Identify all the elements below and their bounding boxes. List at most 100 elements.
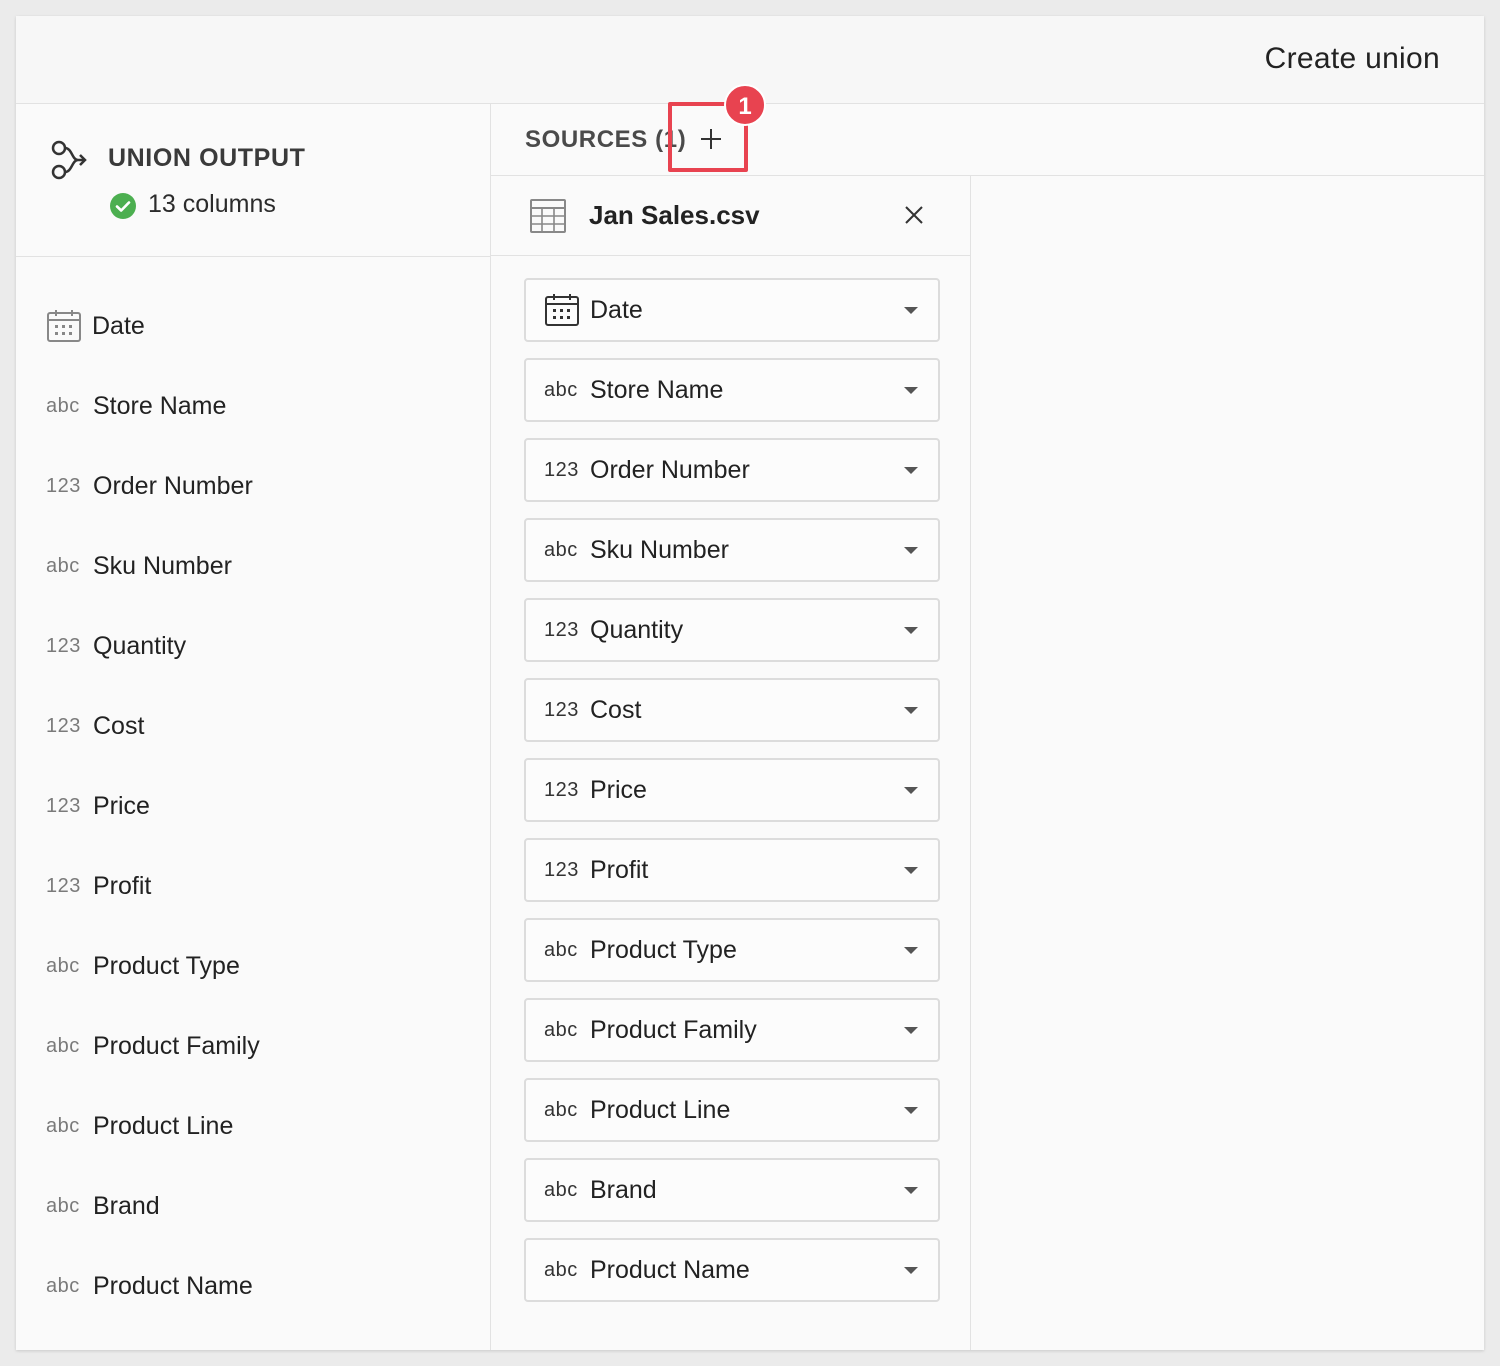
union-output-title: UNION OUTPUT: [108, 144, 306, 172]
mapping-column-name: Product Line: [590, 1095, 731, 1124]
type-label: 123: [46, 474, 81, 497]
type-label: abc: [46, 1034, 80, 1057]
output-column-row: abc Product Line: [46, 1106, 233, 1146]
output-column-row: 123 Profit: [46, 866, 151, 906]
column-mapping-select[interactable]: abc Product Type: [524, 918, 940, 982]
output-column-row: abc Product Type: [46, 946, 240, 986]
output-column-name: Sku Number: [93, 551, 232, 580]
output-column-row: 123 Cost: [46, 706, 144, 746]
chevron-down-icon: [904, 947, 918, 954]
output-column-name: Store Name: [93, 391, 227, 420]
chevron-down-icon: [904, 787, 918, 794]
chevron-down-icon: [904, 867, 918, 874]
output-column-row: abc Product Family: [46, 1026, 260, 1066]
type-label: 123: [544, 618, 579, 641]
mapping-column-name: Profit: [590, 855, 649, 884]
column-mapping-select[interactable]: abc Sku Number: [524, 518, 940, 582]
output-column-name: Product Type: [93, 951, 240, 980]
column-mapping-select[interactable]: abc Product Line: [524, 1078, 940, 1142]
output-column-row: 123 Order Number: [46, 466, 253, 506]
output-column-row: Date: [46, 306, 145, 346]
type-label: 123: [46, 714, 81, 737]
output-column-name: Product Family: [93, 1031, 260, 1060]
type-label: 123: [544, 778, 579, 801]
annotation-badge: 1: [724, 84, 766, 126]
output-column-name: Product Line: [93, 1111, 234, 1140]
chevron-down-icon: [904, 1107, 918, 1114]
output-column-name: Quantity: [93, 631, 187, 660]
output-column-row: 123 Quantity: [46, 626, 186, 666]
column-mapping-select[interactable]: 123 Order Number: [524, 438, 940, 502]
output-column-name: Cost: [93, 711, 145, 740]
output-column-row: 123 Price: [46, 786, 150, 826]
output-column-name: Date: [92, 311, 145, 340]
type-label: abc: [46, 954, 80, 977]
close-icon[interactable]: [903, 204, 925, 226]
column-mapping-select[interactable]: 123 Profit: [524, 838, 940, 902]
mapping-column-name: Store Name: [590, 375, 724, 404]
column-mapping-select[interactable]: abc Store Name: [524, 358, 940, 422]
mapping-column-name: Order Number: [590, 455, 750, 484]
chevron-down-icon: [904, 707, 918, 714]
column-mapping-select[interactable]: 123 Quantity: [524, 598, 940, 662]
column-mapping-select[interactable]: Date: [524, 278, 940, 342]
mapping-column-name: Price: [590, 775, 647, 804]
output-column-row: abc Brand: [46, 1186, 160, 1226]
type-label: abc: [46, 1194, 80, 1217]
output-column-name: Profit: [93, 871, 152, 900]
column-count: 13 columns: [148, 190, 276, 218]
output-column-row: abc Store Name: [46, 386, 226, 426]
column-mapping-select[interactable]: abc Brand: [524, 1158, 940, 1222]
create-union-panel: Create union UNION OUTPUT 13 columns Dat…: [16, 16, 1484, 1350]
sources-label: SOURCES (1): [525, 126, 687, 153]
type-label: abc: [544, 538, 578, 561]
type-label: abc: [544, 1018, 578, 1041]
type-label: abc: [544, 1258, 578, 1281]
type-label: 123: [544, 458, 579, 481]
source-header: Jan Sales.csv: [491, 176, 970, 256]
column-mapping-select[interactable]: abc Product Name: [524, 1238, 940, 1302]
type-label: abc: [46, 1114, 80, 1137]
mapping-column-name: Product Type: [590, 935, 737, 964]
sources-bar: SOURCES (1): [491, 104, 1484, 176]
column-mapping-select[interactable]: abc Product Family: [524, 998, 940, 1062]
type-label: abc: [544, 378, 578, 401]
mapping-column-name: Product Family: [590, 1015, 757, 1044]
chevron-down-icon: [904, 1267, 918, 1274]
type-label: 123: [46, 794, 81, 817]
type-label: 123: [544, 858, 579, 881]
chevron-down-icon: [904, 627, 918, 634]
union-icon: [51, 140, 87, 180]
output-column-name: Brand: [93, 1191, 160, 1220]
column-mapping-select[interactable]: 123 Cost: [524, 678, 940, 742]
type-label: abc: [46, 1274, 80, 1297]
output-column-name: Product Name: [93, 1271, 253, 1300]
column-mapping-select[interactable]: 123 Price: [524, 758, 940, 822]
type-label: 123: [544, 698, 579, 721]
output-column-name: Price: [93, 791, 150, 820]
source-name: Jan Sales.csv: [589, 200, 760, 230]
union-output-column: UNION OUTPUT 13 columns Date abc Store Na…: [16, 104, 491, 1350]
check-circle-icon: [110, 193, 136, 219]
chevron-down-icon: [904, 547, 918, 554]
output-column-name: Order Number: [93, 471, 253, 500]
chevron-down-icon: [904, 387, 918, 394]
output-column-row: abc Sku Number: [46, 546, 232, 586]
chevron-down-icon: [904, 467, 918, 474]
output-column-row: abc Product Name: [46, 1266, 253, 1306]
page-title: Create union: [1264, 42, 1440, 75]
mapping-column-name: Quantity: [590, 615, 684, 644]
mapping-column-name: Product Name: [590, 1255, 750, 1284]
type-label: abc: [544, 1098, 578, 1121]
type-label: abc: [544, 1178, 578, 1201]
mapping-column-name: Date: [590, 295, 643, 324]
mapping-column-name: Sku Number: [590, 535, 729, 564]
type-label: 123: [46, 874, 81, 897]
type-label: abc: [46, 554, 80, 577]
source-column: Jan Sales.csv Date abc Store Name 123 Orde…: [491, 176, 971, 1350]
type-label: abc: [46, 394, 80, 417]
chevron-down-icon: [904, 1027, 918, 1034]
calendar-icon: [47, 310, 81, 342]
calendar-icon: [545, 294, 579, 326]
chevron-down-icon: [904, 1187, 918, 1194]
